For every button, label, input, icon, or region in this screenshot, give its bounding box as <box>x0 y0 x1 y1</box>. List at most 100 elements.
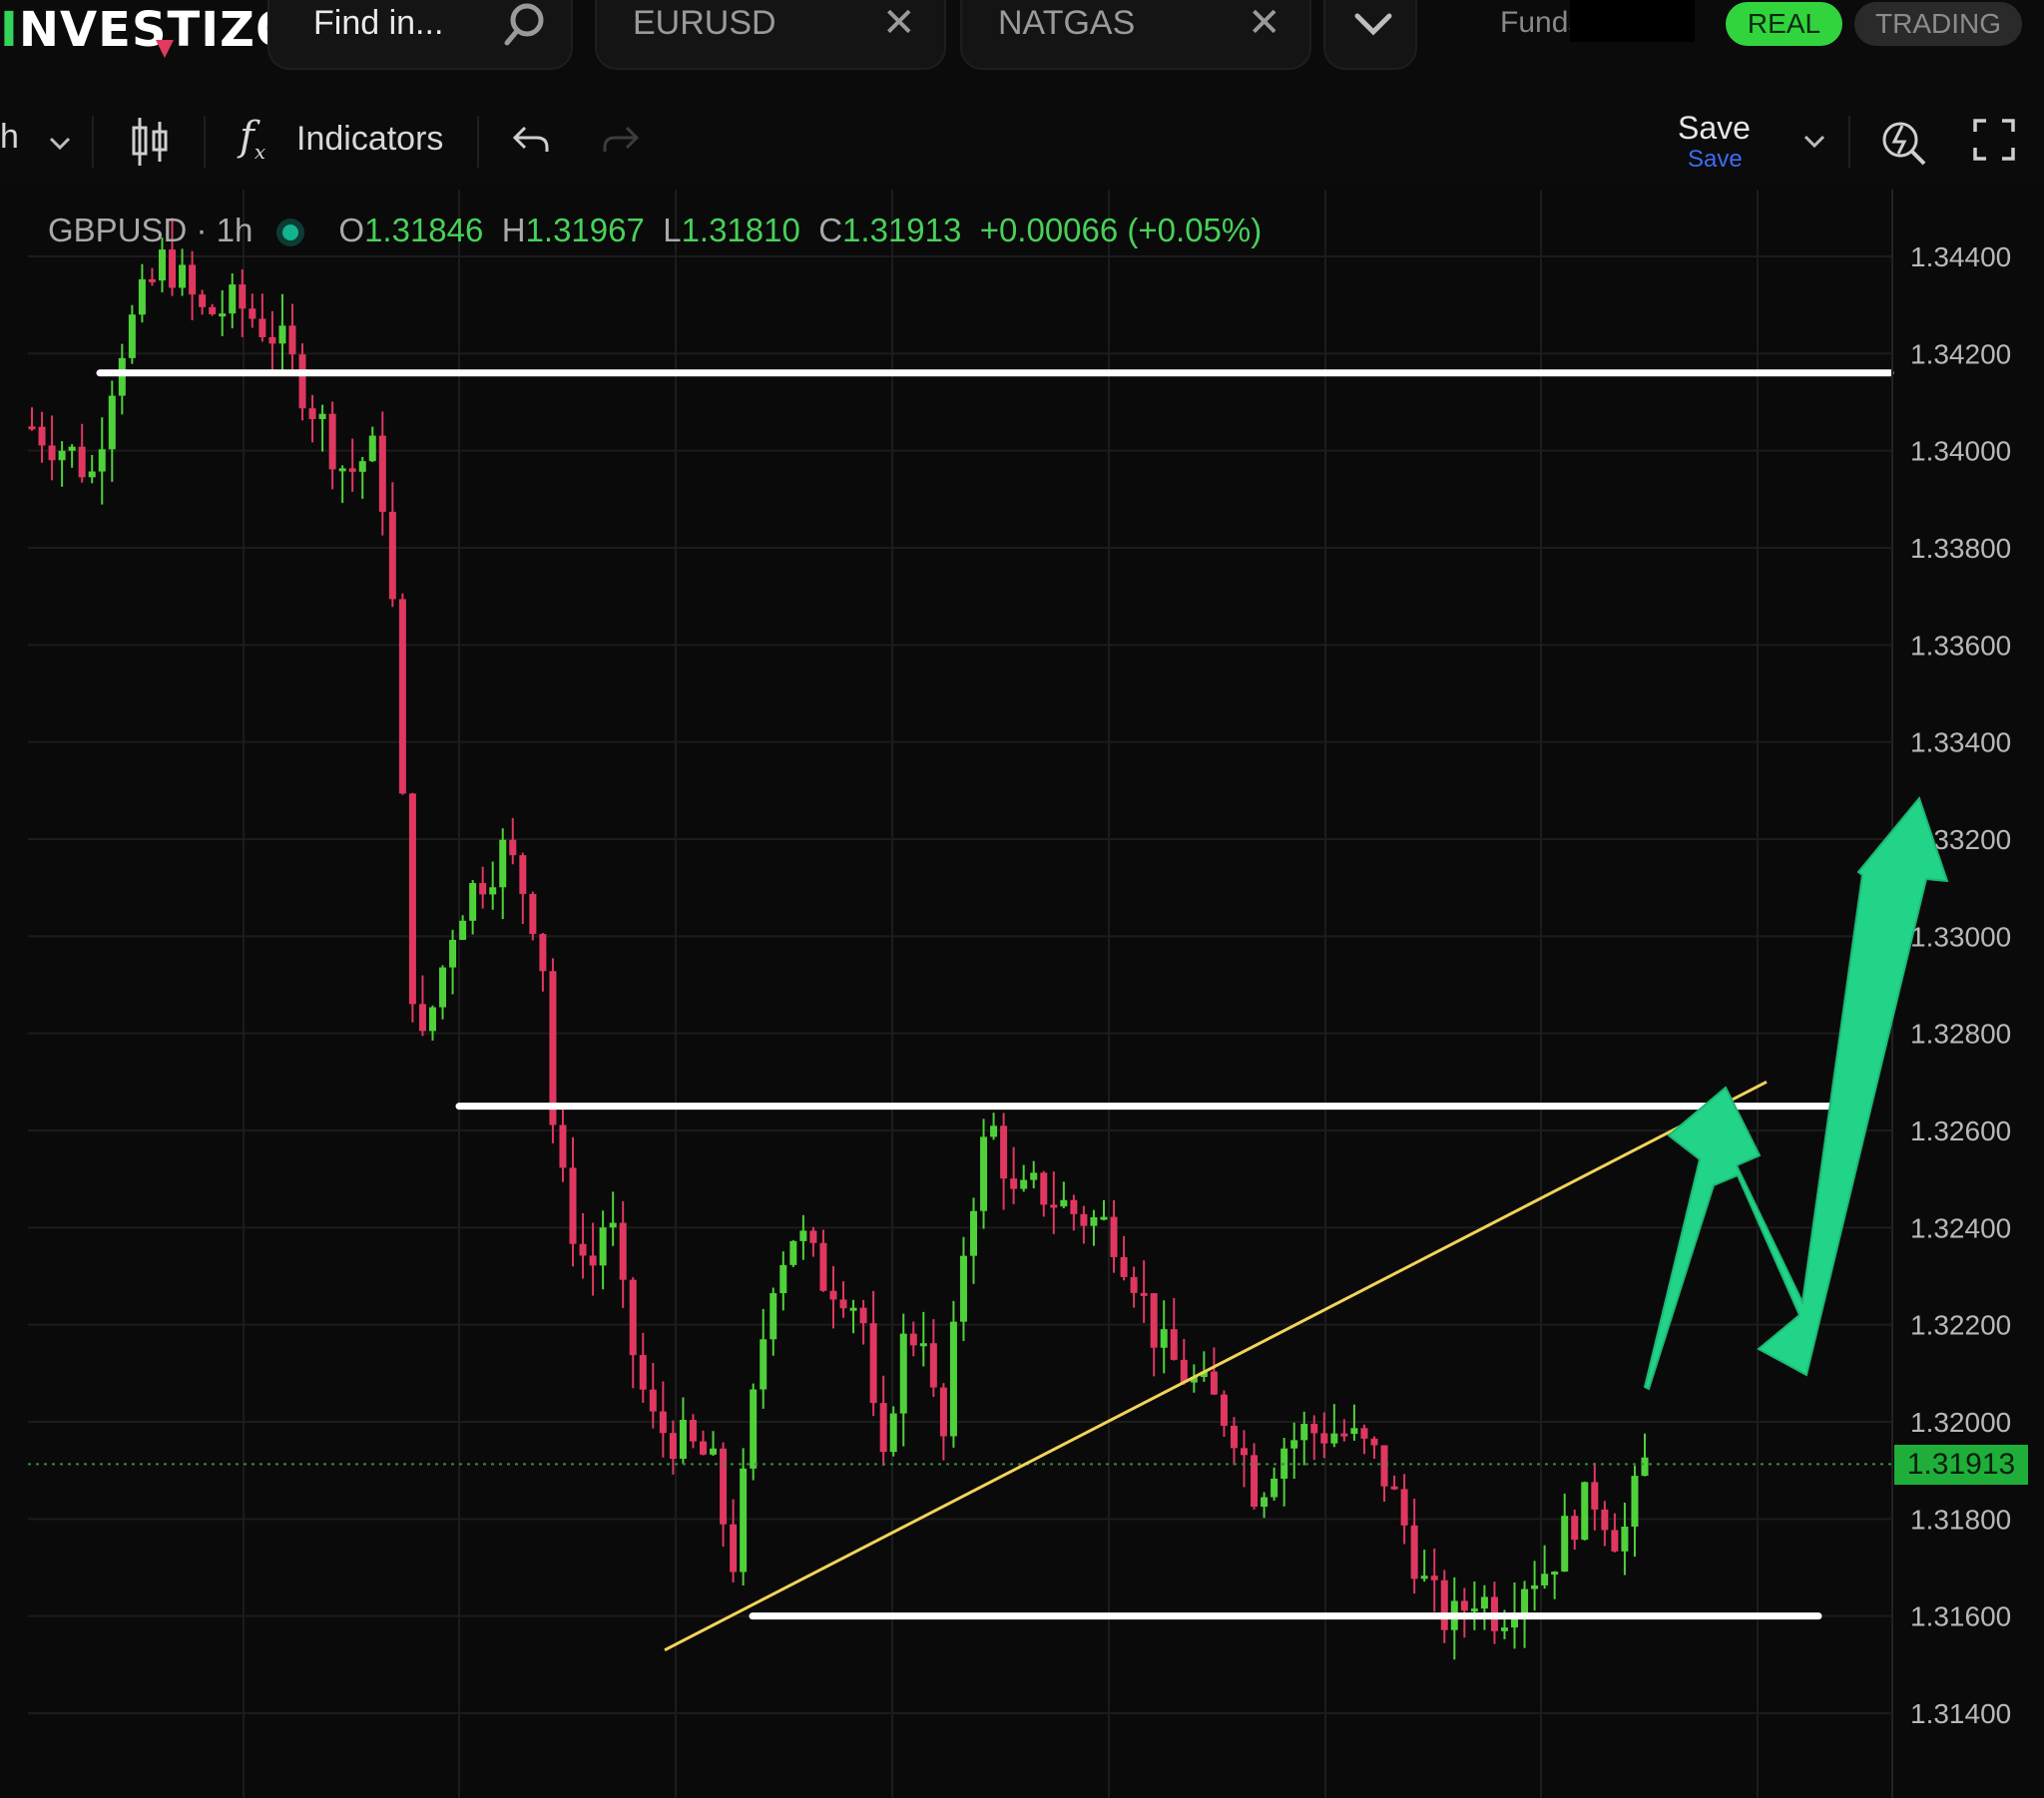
candle-body <box>1641 1457 1649 1477</box>
candle-body <box>489 887 497 895</box>
divider <box>1848 116 1850 168</box>
candle-body <box>730 1524 738 1573</box>
mode-real-toggle[interactable]: REAL <box>1726 2 1842 46</box>
candle-body <box>229 284 237 314</box>
candle-body <box>209 306 217 314</box>
candle-body <box>1300 1423 1308 1441</box>
tabs-overflow-button[interactable] <box>1323 0 1417 70</box>
candle-body <box>1480 1596 1488 1609</box>
candle-body <box>549 971 557 1125</box>
candle-body <box>559 1124 567 1168</box>
funds-value-redacted <box>1570 0 1695 42</box>
candle-body <box>1160 1329 1168 1348</box>
candle-body <box>1380 1445 1388 1487</box>
candle-body <box>769 1293 777 1340</box>
candle-body <box>1621 1527 1629 1552</box>
candle-body <box>1230 1425 1238 1449</box>
high-value: 1.31967 <box>525 212 645 248</box>
candle-body <box>1290 1440 1298 1449</box>
candle-body <box>1150 1293 1158 1348</box>
candle-body <box>1591 1482 1599 1510</box>
candle-body <box>38 426 46 446</box>
candle-body <box>88 471 96 478</box>
candle-body <box>1551 1572 1559 1575</box>
candle-body <box>1220 1394 1228 1426</box>
indicators-button[interactable]: Indicators <box>296 120 443 159</box>
candle-body <box>1500 1627 1508 1631</box>
candle-body <box>1370 1438 1378 1446</box>
top-bar: INVESTIZO Find in... EURUSD ✕ NATGAS ✕ F… <box>0 0 2044 95</box>
candle-body <box>929 1343 937 1388</box>
tab-eurusd[interactable]: EURUSD ✕ <box>595 0 946 70</box>
candle-body <box>1040 1172 1048 1205</box>
candle-body <box>288 325 296 355</box>
divider <box>477 116 479 168</box>
candle-body <box>1541 1573 1549 1585</box>
price-tick-label: 1.34400 <box>1910 241 2011 272</box>
close-icon[interactable]: ✕ <box>882 0 916 46</box>
quick-search-icon[interactable] <box>1878 114 1928 170</box>
search-icon[interactable] <box>499 0 549 50</box>
candle-body <box>750 1389 758 1469</box>
candle-body <box>219 313 227 317</box>
candle-body <box>859 1307 867 1324</box>
candle-body <box>1110 1216 1118 1257</box>
low-value: 1.31810 <box>681 212 800 248</box>
brand-logo[interactable]: INVESTIZO <box>0 2 297 58</box>
price-tick-label: 1.31800 <box>1910 1504 2011 1535</box>
candle-body <box>98 449 106 472</box>
chevron-down-icon[interactable] <box>1802 134 1826 150</box>
open-value: 1.31846 <box>364 212 484 248</box>
chevron-down-icon <box>1354 13 1392 36</box>
candle-body <box>970 1210 978 1256</box>
candle-body <box>1100 1216 1108 1220</box>
candle-body <box>128 314 136 358</box>
candle-body <box>1060 1199 1068 1207</box>
candle-body <box>48 445 56 461</box>
price-tick-label: 1.32400 <box>1910 1212 2011 1243</box>
candle-body <box>899 1333 907 1414</box>
last-price-tag: 1.31913 <box>1894 1445 2028 1485</box>
price-tick-label: 1.32600 <box>1910 1116 2011 1146</box>
candle-body <box>799 1230 807 1241</box>
candles-icon[interactable] <box>130 114 170 170</box>
save-button[interactable]: Save <box>1678 110 1751 147</box>
candle-body <box>499 839 507 888</box>
price-axis: 1.34400 1.34200 1.34000 1.33800 1.33600 1.334… <box>1891 190 2011 1798</box>
redo-icon[interactable] <box>601 122 641 158</box>
candle-body <box>939 1387 947 1437</box>
candle-body <box>529 893 537 935</box>
candle-body <box>1010 1178 1018 1189</box>
candle-body <box>1130 1276 1138 1293</box>
mode-trading-toggle[interactable]: TRADING <box>1854 2 2022 46</box>
price-tick-label: 1.32200 <box>1910 1310 2011 1341</box>
tab-natgas[interactable]: NATGAS ✕ <box>960 0 1311 70</box>
candle-body <box>779 1264 787 1294</box>
undo-icon[interactable] <box>511 122 551 158</box>
close-icon[interactable]: ✕ <box>1248 0 1281 46</box>
candle-body <box>338 468 346 472</box>
interval-selector[interactable]: h <box>0 118 19 157</box>
candle-body <box>1180 1359 1188 1383</box>
candle-body <box>1440 1579 1448 1630</box>
candle-body <box>308 408 316 420</box>
candle-body <box>959 1255 967 1322</box>
candle-body <box>469 883 477 921</box>
candle-body <box>659 1411 667 1434</box>
price-tick-label: 1.32800 <box>1910 1019 2011 1050</box>
search-box[interactable]: Find in... <box>267 0 573 70</box>
price-chart[interactable]: 1.34400 1.34200 1.34000 1.33800 1.33600 1.334… <box>0 185 2044 1798</box>
fullscreen-icon[interactable] <box>1972 118 2016 162</box>
ascending-trendline <box>664 1081 1768 1652</box>
candle-body <box>1241 1448 1249 1456</box>
candle-body <box>649 1389 657 1412</box>
candle-body <box>1090 1216 1098 1226</box>
candle-body <box>1271 1478 1278 1498</box>
low-label: L <box>663 212 682 248</box>
candle-body <box>819 1242 827 1291</box>
chevron-down-icon[interactable] <box>48 136 72 152</box>
candle-body <box>639 1355 647 1390</box>
candle-body <box>1521 1588 1529 1616</box>
candle-body <box>268 336 276 344</box>
symbol-interval[interactable]: GBPUSD · 1h <box>48 212 253 248</box>
